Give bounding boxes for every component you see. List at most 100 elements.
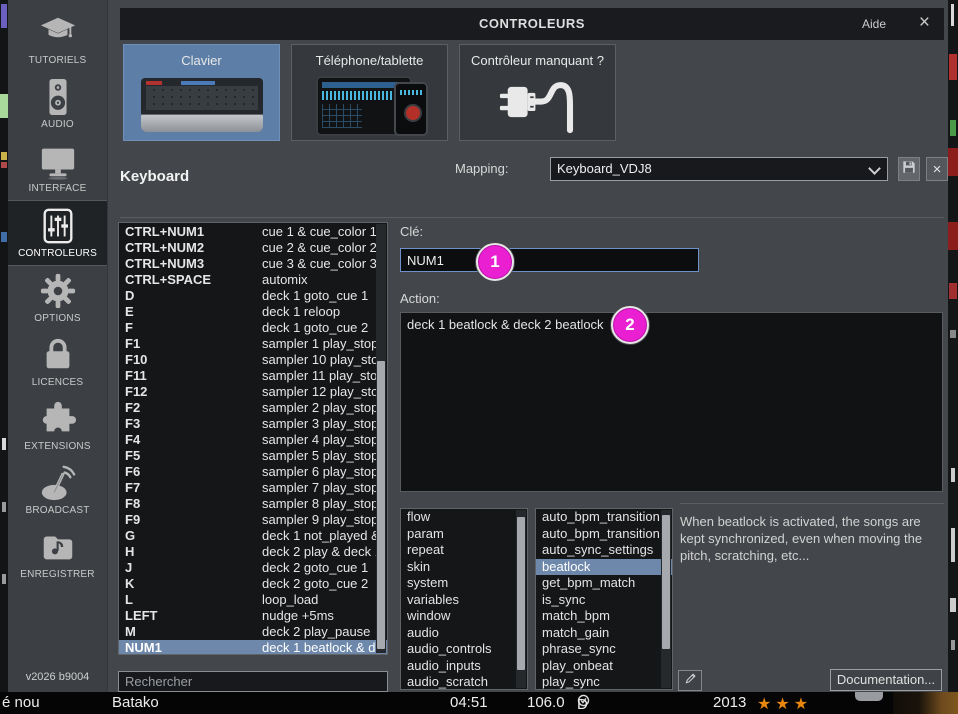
mapping-dropdown[interactable]: Keyboard_VDJ8 — [550, 157, 888, 181]
tab-controleur-manquant[interactable]: Contrôleur manquant ? — [459, 44, 616, 141]
action-row[interactable]: phrase_sync — [536, 641, 672, 658]
sidebar-item-label: LICENCES — [32, 377, 84, 388]
key-mapping-row[interactable]: K deck 2 goto_cue 2 — [119, 576, 387, 592]
graduation-cap-icon — [39, 14, 77, 52]
category-row[interactable]: audio_controls — [401, 641, 527, 658]
action-field-label: Action: — [400, 291, 440, 306]
sidebar-item-licences[interactable]: LICENCES — [8, 330, 107, 394]
action-label: beatlock — [542, 559, 590, 574]
category-row[interactable]: repeat — [401, 542, 527, 559]
action-row[interactable]: play_onbeat — [536, 658, 672, 675]
action-row[interactable]: is_sync — [536, 592, 672, 609]
action-row[interactable]: play_sync — [536, 674, 672, 690]
category-label: audio_inputs — [407, 658, 481, 673]
save-mapping-button[interactable] — [898, 157, 920, 181]
key-mapping-row[interactable]: F12 sampler 12 play_stop — [119, 384, 387, 400]
key-mapping-row[interactable]: F4 sampler 4 play_stop — [119, 432, 387, 448]
key-mapping-row[interactable]: F8 sampler 8 play_stop — [119, 496, 387, 512]
key-mapping-row[interactable]: J deck 2 goto_cue 1 — [119, 560, 387, 576]
key-mapping-row[interactable]: H deck 2 play & deck 1 — [119, 544, 387, 560]
action-script-field[interactable]: deck 1 beatlock & deck 2 beatlock — [400, 312, 943, 492]
key-mapping-row[interactable]: LEFT nudge +5ms — [119, 608, 387, 624]
key-mapping-row[interactable]: F5 sampler 5 play_stop — [119, 448, 387, 464]
key-mapping-row[interactable]: F3 sampler 3 play_stop — [119, 416, 387, 432]
scrollbar-thumb[interactable] — [662, 515, 670, 649]
edit-action-button[interactable] — [678, 670, 702, 691]
scrollbar-thumb[interactable] — [377, 361, 385, 648]
settings-content: CONTROLEURS Aide × Clavier Téléphone/tab… — [108, 0, 948, 692]
key-mapping-list[interactable]: CTRL+NUM1 cue 1 & cue_color 1 ' CTRL+NUM… — [118, 222, 388, 655]
action-row[interactable]: match_gain — [536, 625, 672, 642]
search-input[interactable] — [118, 671, 388, 692]
key-mapping-row[interactable]: G deck 1 not_played & — [119, 528, 387, 544]
sidebar-item-controleurs[interactable]: CONTROLEURS — [8, 200, 107, 266]
category-row[interactable]: window — [401, 608, 527, 625]
key-mapping-row[interactable]: F6 sampler 6 play_stop — [119, 464, 387, 480]
key-mapping-row[interactable]: F deck 1 goto_cue 2 — [119, 320, 387, 336]
key-mapping-row[interactable]: F1 sampler 1 play_stop — [119, 336, 387, 352]
category-row[interactable]: param — [401, 526, 527, 543]
category-row[interactable]: system — [401, 575, 527, 592]
key-mapping-row[interactable]: CTRL+NUM3 cue 3 & cue_color 3 ' — [119, 256, 387, 272]
key-mapping-row[interactable]: F9 sampler 9 play_stop — [119, 512, 387, 528]
scrollbar[interactable] — [376, 224, 386, 653]
tab-telephone-tablette[interactable]: Téléphone/tablette — [291, 44, 448, 141]
key-mapping-row[interactable]: F10 sampler 10 play_stop — [119, 352, 387, 368]
action-category-list[interactable]: flowparamrepeatskinsystemvariableswindow… — [400, 508, 528, 690]
sidebar-item-extensions[interactable]: EXTENSIONS — [8, 394, 107, 458]
action-row[interactable]: match_bpm — [536, 608, 672, 625]
category-row[interactable]: audio_inputs — [401, 658, 527, 675]
action-row[interactable]: auto_sync_settings — [536, 542, 672, 559]
key-mapping-row[interactable]: CTRL+NUM1 cue 1 & cue_color 1 ' — [119, 224, 387, 240]
category-row[interactable]: variables — [401, 592, 527, 609]
sidebar-item-tutoriels[interactable]: TUTORIELS — [8, 8, 107, 72]
documentation-button[interactable]: Documentation... — [830, 669, 942, 691]
sidebar-item-audio[interactable]: AUDIO — [8, 72, 107, 136]
key-mapping-row[interactable]: CTRL+SPACE automix — [119, 272, 387, 288]
help-button[interactable]: Aide — [862, 17, 886, 31]
scrollbar[interactable] — [516, 510, 526, 688]
key-name: F2 — [119, 400, 262, 416]
key-mapping-row[interactable]: F11 sampler 11 play_stop — [119, 368, 387, 384]
key-name: F11 — [119, 368, 262, 384]
sidebar-item-options[interactable]: OPTIONS — [8, 266, 107, 330]
status-left-fragment: é nou — [2, 694, 40, 711]
device-name-label: Keyboard — [120, 168, 189, 185]
divider — [120, 217, 944, 218]
key-name: F6 — [119, 464, 262, 480]
close-icon[interactable]: × — [919, 12, 930, 34]
annotation-badge-1: 1 — [476, 243, 514, 281]
sidebar-item-interface[interactable]: INTERFACE — [8, 136, 107, 200]
category-row[interactable]: audio — [401, 625, 527, 642]
key-name: LEFT — [119, 608, 262, 624]
category-label: window — [407, 608, 450, 623]
scrollbar-thumb[interactable] — [517, 517, 525, 670]
action-row[interactable]: auto_bpm_transition — [536, 509, 672, 526]
key-action: deck 1 reloop — [262, 304, 387, 320]
category-row[interactable]: audio_scratch — [401, 674, 527, 690]
action-row[interactable]: auto_bpm_transition — [536, 526, 672, 543]
key-mapping-row[interactable]: L loop_load — [119, 592, 387, 608]
key-mapping-row[interactable]: NUM1 deck 1 beatlock & de — [119, 640, 387, 655]
sidebar-item-enregistrer[interactable]: ENREGISTRER — [8, 522, 107, 586]
key-mapping-row[interactable]: D deck 1 goto_cue 1 — [119, 288, 387, 304]
key-field-label: Clé: — [400, 224, 423, 239]
category-row[interactable]: skin — [401, 559, 527, 576]
action-row[interactable]: beatlock — [536, 559, 672, 576]
tab-clavier[interactable]: Clavier — [123, 44, 280, 141]
delete-mapping-button[interactable]: × — [926, 157, 948, 181]
action-label: match_bpm — [542, 608, 610, 623]
action-row[interactable]: get_bpm_match — [536, 575, 672, 592]
key-mapping-row[interactable]: F7 sampler 7 play_stop — [119, 480, 387, 496]
key-mapping-row[interactable]: E deck 1 reloop — [119, 304, 387, 320]
key-name: CTRL+NUM3 — [119, 256, 262, 272]
key-mapping-row[interactable]: F2 sampler 2 play_stop — [119, 400, 387, 416]
scrollbar[interactable] — [661, 510, 671, 688]
action-name-list[interactable]: auto_bpm_transitionauto_bpm_transitionau… — [535, 508, 673, 690]
key-mapping-row[interactable]: M deck 2 play_pause — [119, 624, 387, 640]
key-field[interactable] — [400, 248, 699, 272]
category-row[interactable]: flow — [401, 509, 527, 526]
key-action: sampler 12 play_stop — [262, 384, 387, 400]
key-mapping-row[interactable]: CTRL+NUM2 cue 2 & cue_color 2 ' — [119, 240, 387, 256]
sidebar-item-broadcast[interactable]: BROADCAST — [8, 458, 107, 522]
